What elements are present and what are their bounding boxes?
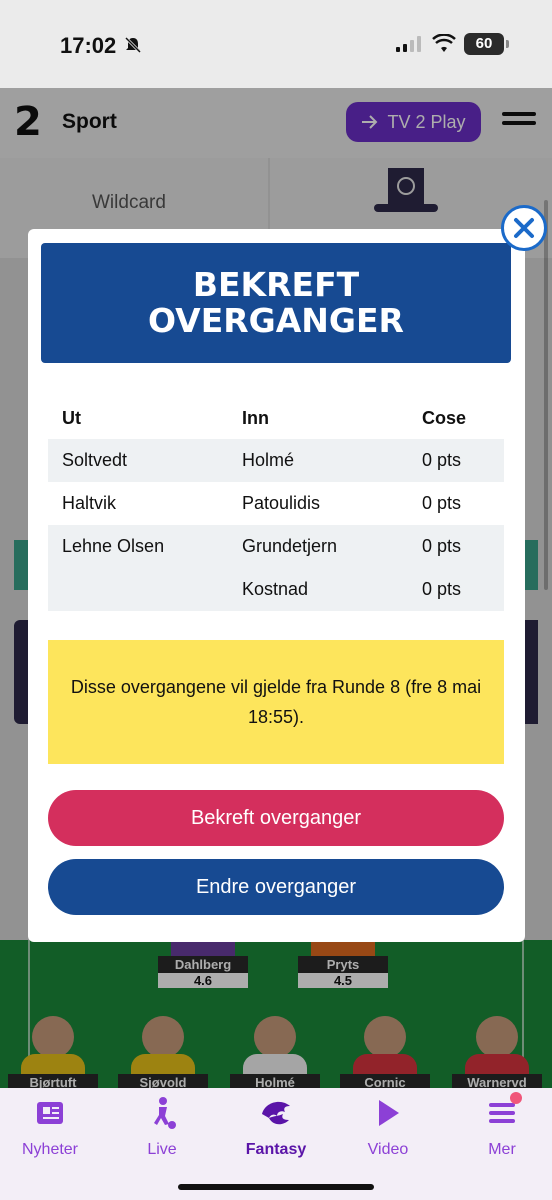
bell-muted-icon <box>124 36 142 54</box>
status-bar: 17:02 60 <box>0 0 552 88</box>
transfer-notice: Disse overgangene vil gjelde fra Runde 8… <box>48 640 504 764</box>
cell-cost: 0 pts <box>422 493 462 513</box>
table-header-row: Ut Inn Cose <box>48 397 504 439</box>
close-dialog-button[interactable] <box>501 205 547 251</box>
tab-video[interactable]: Video <box>338 1096 438 1159</box>
tab-label: Nyheter <box>21 1141 79 1158</box>
play-icon <box>379 1100 399 1126</box>
cell-out: Lehne Olsen <box>62 536 165 556</box>
newspaper-icon <box>37 1102 63 1124</box>
tab-label: Fantasy <box>245 1141 307 1158</box>
transfers-table: Ut Inn Cose Soltvedt Holmé 0 pts Haltvik… <box>48 397 504 611</box>
status-time: 17:02 <box>60 33 117 58</box>
cell-out <box>48 568 228 611</box>
tab-nyheter[interactable]: Nyheter <box>0 1096 100 1159</box>
confirm-transfers-dialog: BEKREFT OVERGANGER Ut Inn Cose Soltvedt … <box>28 229 525 942</box>
football-player-icon <box>154 1097 176 1129</box>
table-row: Lehne Olsen Grundetjern 0 pts <box>48 525 504 568</box>
cell-out: Soltvedt <box>62 450 128 470</box>
home-indicator[interactable] <box>178 1184 374 1190</box>
battery-indicator: 60 <box>464 33 504 55</box>
notification-badge <box>510 1092 522 1104</box>
cell-out: Haltvik <box>62 493 117 513</box>
table-row: Haltvik Patoulidis 0 pts <box>48 482 504 525</box>
confirm-transfers-button[interactable]: Bekreft overganger <box>48 790 504 846</box>
tab-label: Video <box>367 1141 409 1158</box>
wifi-icon <box>432 34 456 52</box>
cell-cost: 0 pts <box>422 450 462 470</box>
table-row: Soltvedt Holmé 0 pts <box>48 439 504 482</box>
edit-transfers-button[interactable]: Endre overganger <box>48 859 504 915</box>
cell-in: Grundetjern <box>242 536 338 556</box>
tab-label: Live <box>147 1141 177 1158</box>
cell-cost: 0 pts <box>422 536 462 556</box>
dialog-title: BEKREFT OVERGANGER <box>41 243 511 363</box>
cell-in: Holmé <box>242 450 295 470</box>
cellular-signal-icon <box>396 36 421 52</box>
cell-in: Patoulidis <box>242 493 321 513</box>
tab-fantasy[interactable]: Fantasy <box>226 1096 326 1159</box>
close-icon <box>514 218 534 238</box>
fantasy-lion-icon <box>262 1101 290 1125</box>
column-header-out: Ut <box>62 407 81 428</box>
tab-mer[interactable]: Mer <box>452 1096 552 1159</box>
column-header-cost: Cose <box>422 407 467 428</box>
column-header-in: Inn <box>242 407 269 428</box>
battery-cap <box>506 40 509 48</box>
tab-live[interactable]: Live <box>112 1096 212 1159</box>
table-row-total: Kostnad 0 pts <box>48 568 504 611</box>
tab-label: Mer <box>488 1141 516 1158</box>
cell-in: Kostnad <box>242 579 309 599</box>
scrollbar[interactable] <box>544 200 548 590</box>
cell-cost: 0 pts <box>422 579 462 599</box>
